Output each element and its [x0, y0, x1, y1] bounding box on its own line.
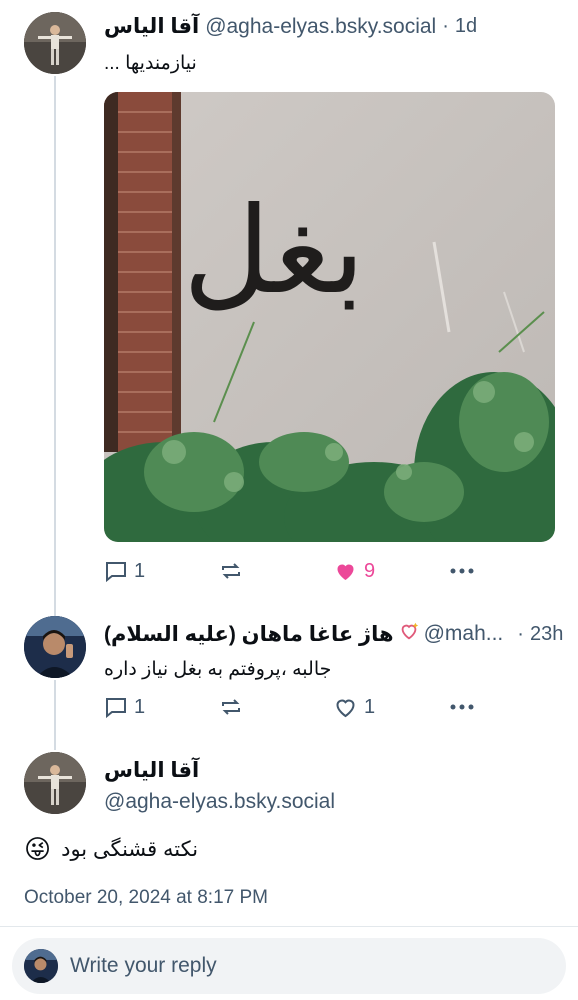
- like-button[interactable]: 1: [333, 695, 375, 719]
- like-count: 9: [364, 559, 376, 582]
- thread-line: [54, 680, 56, 750]
- post-timestamp: October 20, 2024 at 8:17 PM: [24, 887, 268, 908]
- handle[interactable]: @agha-elyas.bsky.social: [205, 15, 436, 39]
- reply-button[interactable]: 1: [104, 559, 145, 583]
- post-header: آقا الیاس @agha-elyas.bsky.social · 1d: [104, 14, 477, 39]
- reply-icon: [106, 698, 126, 719]
- more-icon: [450, 568, 474, 574]
- display-name[interactable]: هاژ عاغا ماهان (علیه السلام): [104, 622, 394, 647]
- more-options-button[interactable]: [448, 695, 476, 719]
- composer-avatar: [24, 949, 58, 983]
- separator-dot: ·: [517, 622, 524, 645]
- reply-count: 1: [134, 695, 146, 718]
- avatar[interactable]: [24, 752, 86, 814]
- display-name[interactable]: آقا الیاس: [104, 758, 199, 783]
- more-options-button[interactable]: [448, 559, 476, 583]
- display-name[interactable]: آقا الیاس: [104, 14, 199, 39]
- post-text: جالبه ،پروفتم به بغل نیاز داره: [104, 659, 332, 680]
- reply-count: 1: [134, 559, 146, 582]
- thread-line: [54, 76, 56, 616]
- reply-icon: [106, 562, 126, 583]
- post-text: نیازمندیها ...: [104, 53, 197, 74]
- handle[interactable]: @mah...: [424, 622, 504, 646]
- post-text-content: نکته قشنگی بود: [61, 837, 199, 861]
- heart-filled-icon: [337, 564, 354, 580]
- repost-icon: [222, 699, 240, 715]
- like-count: 1: [364, 695, 376, 718]
- reply-button[interactable]: 1: [104, 695, 145, 719]
- separator-dot: ·: [442, 15, 449, 37]
- handle[interactable]: @agha-elyas.bsky.social: [104, 790, 335, 814]
- post-time[interactable]: 1d: [455, 15, 477, 38]
- sparkle-heart-icon: [398, 620, 420, 648]
- winking-face-icon: 😜: [24, 834, 52, 864]
- post-image[interactable]: بغل: [104, 92, 555, 542]
- heart-icon: [336, 699, 355, 718]
- reply-input-placeholder: Write your reply: [70, 954, 217, 977]
- post-header: هاژ عاغا ماهان (علیه السلام) @mah... · 2…: [104, 620, 563, 648]
- repost-icon: [222, 563, 240, 579]
- divider: [0, 926, 578, 927]
- more-icon: [450, 704, 474, 710]
- reply-composer[interactable]: Write your reply: [12, 938, 566, 994]
- repost-button[interactable]: [219, 695, 243, 719]
- avatar[interactable]: [24, 12, 86, 74]
- like-button[interactable]: 9: [333, 559, 375, 583]
- avatar[interactable]: [24, 616, 86, 678]
- post-time[interactable]: 23h: [530, 623, 563, 646]
- graffiti-text: بغل: [183, 182, 365, 321]
- post-text: 😜 نکته قشنگی بود: [24, 836, 198, 862]
- repost-button[interactable]: [219, 559, 243, 583]
